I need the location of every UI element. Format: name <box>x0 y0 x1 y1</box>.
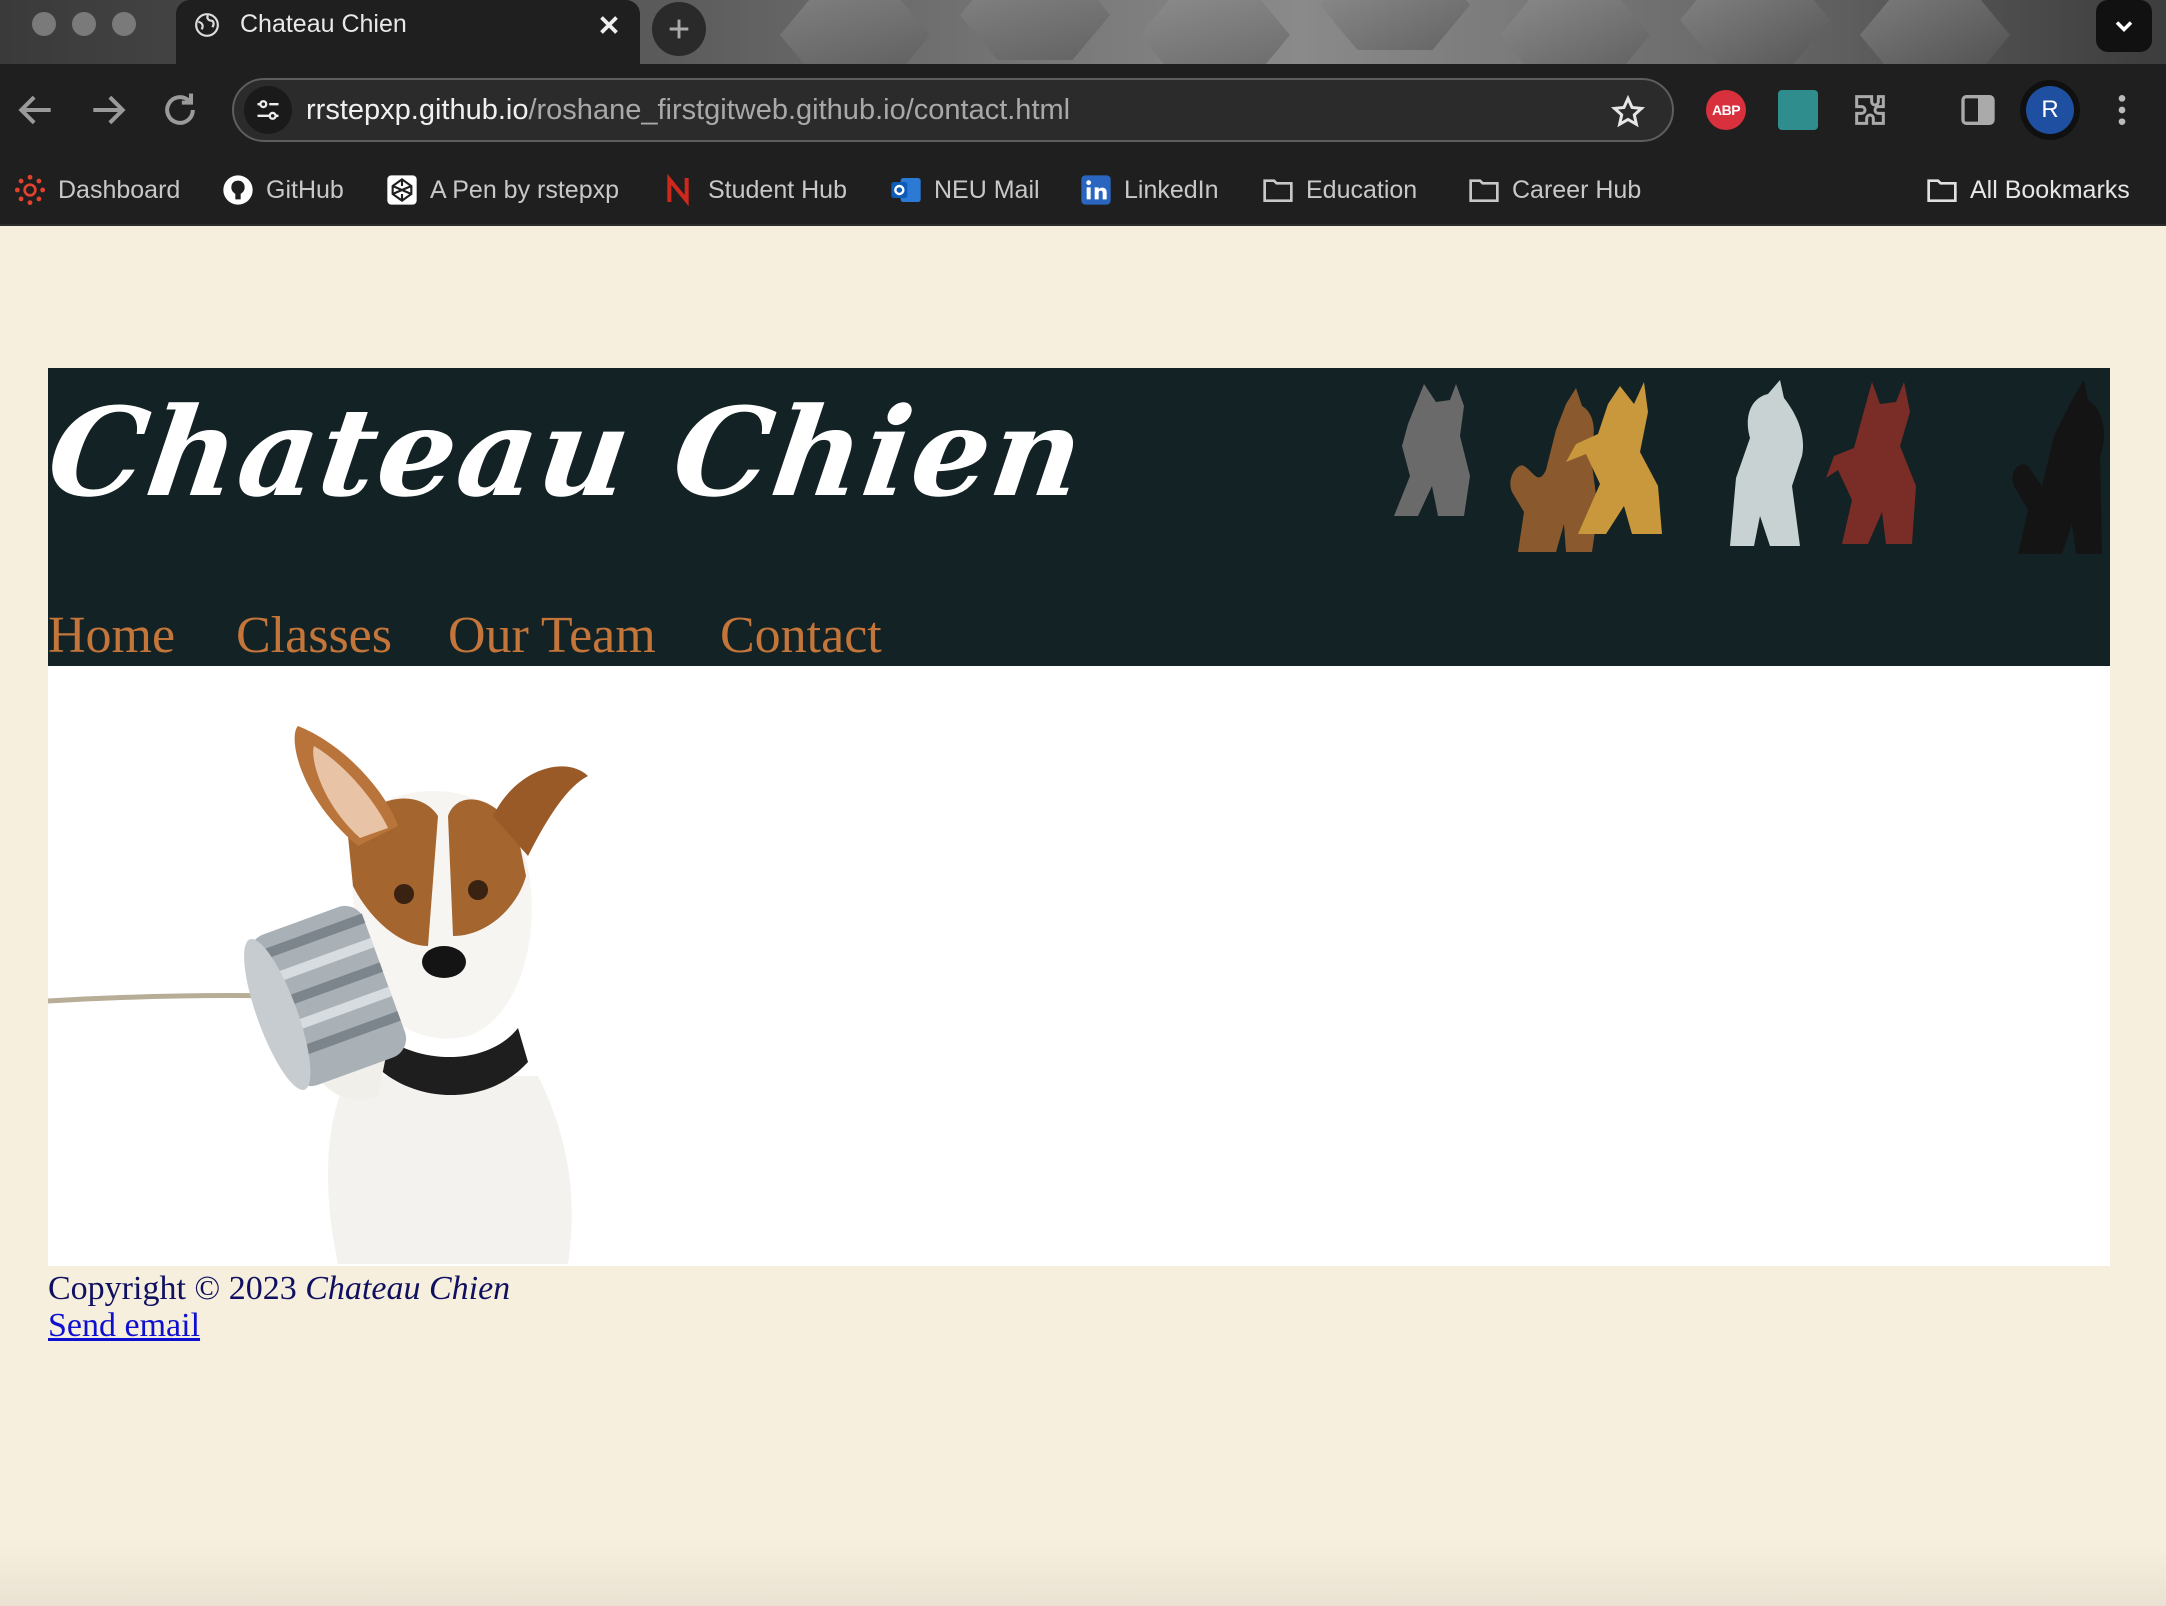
copyright-brand: Chateau Chien <box>305 1270 511 1307</box>
bookmark-folder-education[interactable]: Education <box>1262 170 1417 210</box>
tin-can-string <box>48 993 279 1004</box>
site-header: Chateau Chien Home Classes Our Team Cont… <box>40 368 2110 666</box>
dog-right-eye <box>468 880 488 900</box>
all-bookmarks-label: All Bookmarks <box>1970 175 2130 204</box>
outlook-icon <box>891 178 921 202</box>
tune-icon <box>257 100 279 120</box>
adblock-label: ABP <box>1711 102 1741 118</box>
white-cat-silhouette <box>1730 380 1804 546</box>
theme-hexagon <box>1320 0 1470 50</box>
pet-silhouettes-banner <box>1394 380 2104 554</box>
reload-icon[interactable] <box>158 88 202 132</box>
theme-hexagon <box>960 0 1110 60</box>
bookmark-codepen[interactable]: A Pen by rstepxp <box>386 170 619 210</box>
site-footer: Copyright © 2023 Chateau Chien Send emai… <box>48 1270 510 1344</box>
main-content <box>48 666 2110 1266</box>
red-dog-silhouette <box>1826 382 1916 544</box>
nav-home-link[interactable]: Home <box>48 606 175 665</box>
side-panel-icon[interactable] <box>1958 90 1998 130</box>
bookmark-github[interactable]: GitHub <box>222 170 344 210</box>
bookmark-label: GitHub <box>266 175 344 204</box>
plus-icon <box>669 19 689 39</box>
address-bar[interactable]: rrstepxp.github.io/roshane_firstgitweb.g… <box>232 78 1674 142</box>
url-host: rrstepxp.github.io <box>306 94 529 126</box>
back-icon[interactable] <box>14 88 58 132</box>
extensions-puzzle-icon[interactable] <box>1850 90 1890 130</box>
folder-icon <box>1263 179 1293 202</box>
nav-contact-link[interactable]: Contact <box>720 606 882 665</box>
grey-dog-silhouette <box>1394 384 1470 516</box>
tab-title: Chateau Chien <box>240 10 407 38</box>
all-bookmarks-button[interactable]: All Bookmarks <box>1926 170 2130 210</box>
browser-toolbar: rrstepxp.github.io/roshane_firstgitweb.g… <box>0 64 2166 156</box>
forward-icon[interactable] <box>86 88 130 132</box>
chevron-down-icon <box>2115 21 2133 32</box>
theme-hexagon <box>1860 0 2010 64</box>
dog-with-tin-can-image <box>48 726 588 1264</box>
bookmark-folder-career-hub[interactable]: Career Hub <box>1468 170 1641 210</box>
web-page: Chateau Chien Home Classes Our Team Cont… <box>0 226 2166 1606</box>
window-close-control[interactable] <box>32 12 56 36</box>
bookmark-label: Education <box>1306 175 1418 204</box>
copyright-line: Copyright © 2023 Chateau Chien <box>48 1270 510 1307</box>
bookmark-star-icon[interactable] <box>1610 94 1646 130</box>
close-tab-icon[interactable] <box>594 10 624 40</box>
globe-icon <box>195 13 219 37</box>
browser-tabstrip: Chateau Chien <box>0 0 2166 64</box>
window-minimize-control[interactable] <box>72 12 96 36</box>
bookmark-label: NEU Mail <box>934 175 1040 204</box>
bookmark-label: Career Hub <box>1512 175 1642 204</box>
browser-tab-active[interactable]: Chateau Chien <box>176 0 640 64</box>
profile-avatar[interactable]: R <box>2026 86 2074 134</box>
more-menu-icon[interactable] <box>2102 90 2142 130</box>
bookmark-student-hub[interactable]: Student Hub <box>664 170 847 210</box>
site-settings-button[interactable] <box>244 86 292 134</box>
theme-hexagon <box>1500 0 1650 64</box>
new-tab-button[interactable] <box>652 2 706 56</box>
dog-body <box>328 1076 572 1264</box>
canvas-icon <box>14 174 46 206</box>
github-icon <box>223 175 253 205</box>
nav-our-team-link[interactable]: Our Team <box>448 606 656 665</box>
bookmark-linkedin[interactable]: LinkedIn <box>1080 170 1219 210</box>
black-cat-silhouette <box>2012 380 2104 554</box>
bookmark-label: A Pen by rstepxp <box>430 175 620 204</box>
bookmark-dashboard[interactable]: Dashboard <box>14 170 180 210</box>
codepen-icon <box>387 175 417 205</box>
copyright-text: Copyright © 2023 <box>48 1270 306 1307</box>
dog-nose <box>422 946 466 978</box>
window-zoom-control[interactable] <box>112 12 136 36</box>
bookmark-neu-mail[interactable]: NEU Mail <box>890 170 1040 210</box>
folder-icon <box>1927 179 1957 202</box>
url-text: rrstepxp.github.io/roshane_firstgitweb.g… <box>306 94 1070 127</box>
bookmark-label: LinkedIn <box>1124 175 1219 204</box>
adblock-extension-icon[interactable]: ABP <box>1706 90 1746 130</box>
bookmark-label: Dashboard <box>58 175 181 204</box>
neu-logo-icon <box>667 174 689 206</box>
folder-icon <box>1469 179 1499 202</box>
send-email-link[interactable]: Send email <box>48 1307 200 1344</box>
nav-classes-link[interactable]: Classes <box>236 606 392 665</box>
window-bottom-edge <box>0 1546 2166 1606</box>
bookmark-label: Student Hub <box>708 175 847 204</box>
dog-left-eye <box>394 884 414 904</box>
amazon-assistant-extension-icon[interactable] <box>1778 90 1818 130</box>
site-logo: Chateau Chien <box>39 380 1094 524</box>
theme-hexagon <box>780 0 930 64</box>
linkedin-icon <box>1081 175 1111 205</box>
theme-hexagon <box>1140 0 1290 64</box>
bookmarks-bar: Dashboard GitHub A Pen by rstepxp Studen… <box>0 156 2166 226</box>
tab-search-button[interactable] <box>2096 0 2152 52</box>
theme-hexagon <box>1680 0 1830 64</box>
url-path: /roshane_firstgitweb.github.io/contact.h… <box>528 94 1071 126</box>
